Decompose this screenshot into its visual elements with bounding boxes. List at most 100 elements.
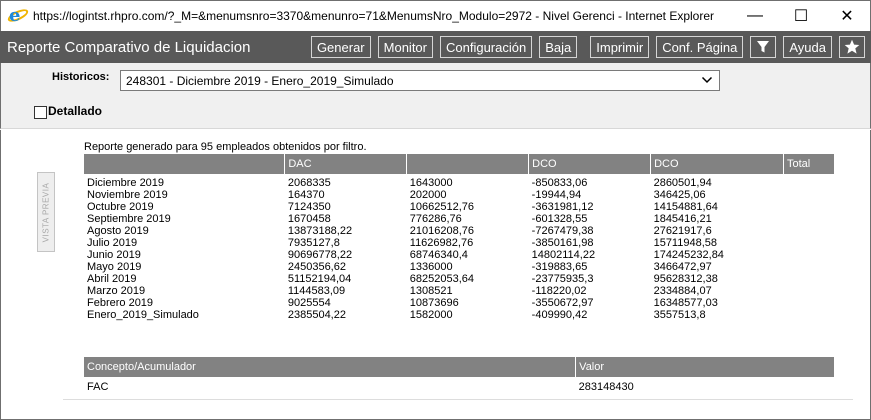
- table-cell: Enero_2019_Simulado: [87, 309, 199, 321]
- vista-previa-button[interactable]: VISTA PREVIA: [37, 172, 55, 252]
- table-cell: [783, 237, 834, 249]
- table-cell: 90696778,22: [287, 249, 353, 261]
- table-cell: 9025554: [287, 297, 331, 309]
- table-cell: Octubre 2019: [87, 201, 154, 213]
- table-cell: Febrero 2019: [87, 297, 154, 309]
- table-cell: 2385504,22: [287, 309, 346, 321]
- comparison-table: DAC DCO DCO Total Diciembre 2019 2068335 1643…: [84, 154, 836, 321]
- table-cell: [783, 285, 834, 297]
- page-title: Reporte Comparativo de Liquidacion: [7, 38, 251, 56]
- window-titlebar: e https://logintst.rhpro.com/?_M=&menums…: [0, 0, 871, 31]
- table-cell: 1336000: [409, 261, 453, 273]
- table-cell: -850833,06: [531, 177, 588, 189]
- concepto-table: Concepto/Acumulador Valor FAC 283148430: [84, 357, 835, 393]
- table-cell: -3631981,12: [531, 201, 594, 213]
- table-row: Diciembre 2019 2068335 1643000 -850833,06 28…: [84, 174, 835, 189]
- table-row: Junio 2019 90696778,22 68746340,4 14802114,…: [84, 249, 835, 261]
- table-cell: -118220,02: [531, 285, 587, 297]
- table-row: Septiembre 2019 1670458 776286,76 -601328,5…: [84, 213, 835, 225]
- table-cell: 14802114,22: [531, 249, 596, 261]
- table-cell: 1670458: [287, 213, 331, 225]
- table-cell: 3466472,97: [653, 261, 712, 273]
- table-row: Agosto 2019 13873188,22 21016208,76 -726747…: [84, 225, 835, 237]
- detallado-checkbox[interactable]: [34, 106, 47, 119]
- table-cell: 16348577,03: [653, 297, 718, 309]
- table-cell: -7267479,38: [531, 225, 594, 237]
- table-row: FAC 283148430: [84, 377, 835, 393]
- table-cell: 164370: [287, 189, 325, 201]
- internet-explorer-icon: e: [6, 5, 30, 26]
- column-header: Total: [783, 154, 836, 174]
- table-cell: [783, 297, 834, 309]
- app-toolbar: Reporte Comparativo de Liquidacion Gener…: [0, 31, 871, 63]
- conf-pagina-button[interactable]: Conf. Página: [656, 36, 744, 58]
- window-title: https://logintst.rhpro.com/?_M=&menumsnr…: [33, 9, 715, 23]
- table-row: Marzo 2019 1144583,09 1308521 -118220,02 233…: [84, 285, 835, 297]
- column-header: DCO: [650, 154, 784, 174]
- report-content: VISTA PREVIA Reporte generado para 95 em…: [0, 130, 871, 420]
- star-icon: [844, 39, 860, 54]
- table-cell: Junio 2019: [87, 249, 141, 261]
- table-cell: 95628312,38: [653, 273, 718, 285]
- table-cell: -23775935,3: [531, 273, 594, 285]
- column-header: DCO: [528, 154, 652, 174]
- table-cell: 2450356,62: [287, 261, 346, 273]
- table-cell: 2068335: [287, 177, 331, 189]
- close-button[interactable]: ✕: [824, 1, 870, 32]
- table-cell: -3550672,97: [531, 297, 594, 309]
- minimize-button[interactable]: —: [732, 1, 778, 32]
- table-cell: 11626982,76: [409, 237, 474, 249]
- table-cell: 14154881,64: [653, 201, 718, 213]
- table-row: Noviembre 2019 164370 202000 -19944,94 34642…: [84, 189, 835, 201]
- maximize-button[interactable]: ☐: [778, 1, 824, 32]
- column-header: Concepto/Acumulador: [84, 357, 577, 377]
- baja-button[interactable]: Baja: [539, 36, 578, 58]
- table-cell: Noviembre 2019: [87, 189, 168, 201]
- table-cell: [783, 201, 834, 213]
- filter-button[interactable]: [750, 36, 777, 58]
- table-cell: -409990,42: [531, 309, 588, 321]
- table-cell: Diciembre 2019: [87, 177, 165, 189]
- table-cell: -3850161,98: [531, 237, 594, 249]
- report-summary: Reporte generado para 95 empleados obten…: [84, 141, 367, 153]
- table-cell: [783, 213, 834, 225]
- table-cell: 10873696: [409, 297, 459, 309]
- table-cell: 1308521: [409, 285, 453, 297]
- table-cell: [783, 249, 834, 261]
- column-header: DAC: [284, 154, 408, 174]
- table-cell: [783, 273, 834, 285]
- table-cell: 7124350: [287, 201, 331, 213]
- historicos-label: Historicos:: [52, 71, 110, 83]
- table-cell: 3557513,8: [653, 309, 706, 321]
- table-cell: 346425,06: [653, 189, 706, 201]
- configuracion-button[interactable]: Configuración: [440, 36, 533, 58]
- table-row: Enero_2019_Simulado 2385504,22 1582000 -409…: [84, 309, 835, 321]
- table-cell: [783, 225, 834, 237]
- table-cell: -601328,55: [531, 213, 588, 225]
- table-cell: -319883,65: [531, 261, 588, 273]
- table-cell: FAC: [87, 380, 109, 393]
- monitor-button[interactable]: Monitor: [377, 36, 433, 58]
- imprimir-button[interactable]: Imprimir: [590, 36, 650, 58]
- table-cell: 1144583,09: [287, 285, 346, 297]
- ayuda-button[interactable]: Ayuda: [783, 36, 832, 58]
- table-cell: Septiembre 2019: [87, 213, 171, 225]
- favorite-button[interactable]: [839, 36, 865, 58]
- generar-button[interactable]: Generar: [310, 36, 371, 58]
- table-cell: [783, 309, 834, 321]
- historicos-select[interactable]: 248301 - Diciembre 2019 - Enero_2019_Sim…: [120, 70, 720, 91]
- table-cell: 283148430: [578, 380, 634, 393]
- table-cell: 174245232,84: [653, 249, 724, 261]
- table-cell: Mayo 2019: [87, 261, 142, 273]
- table-cell: 1643000: [409, 177, 453, 189]
- table-cell: 27621917,6: [653, 225, 712, 237]
- filter-icon: [757, 41, 770, 53]
- table-cell: 776286,76: [409, 213, 462, 225]
- table-cell: 1582000: [409, 309, 453, 321]
- report-page: Reporte generado para 95 empleados obten…: [63, 130, 853, 400]
- table-row: Julio 2019 7935127,8 11626982,76 -3850161,9…: [84, 237, 835, 249]
- table-cell: Abril 2019: [87, 273, 137, 285]
- table-cell: 21016208,76: [409, 225, 474, 237]
- filter-panel: Historicos: 248301 - Diciembre 2019 - En…: [0, 63, 871, 129]
- column-header: [406, 154, 530, 174]
